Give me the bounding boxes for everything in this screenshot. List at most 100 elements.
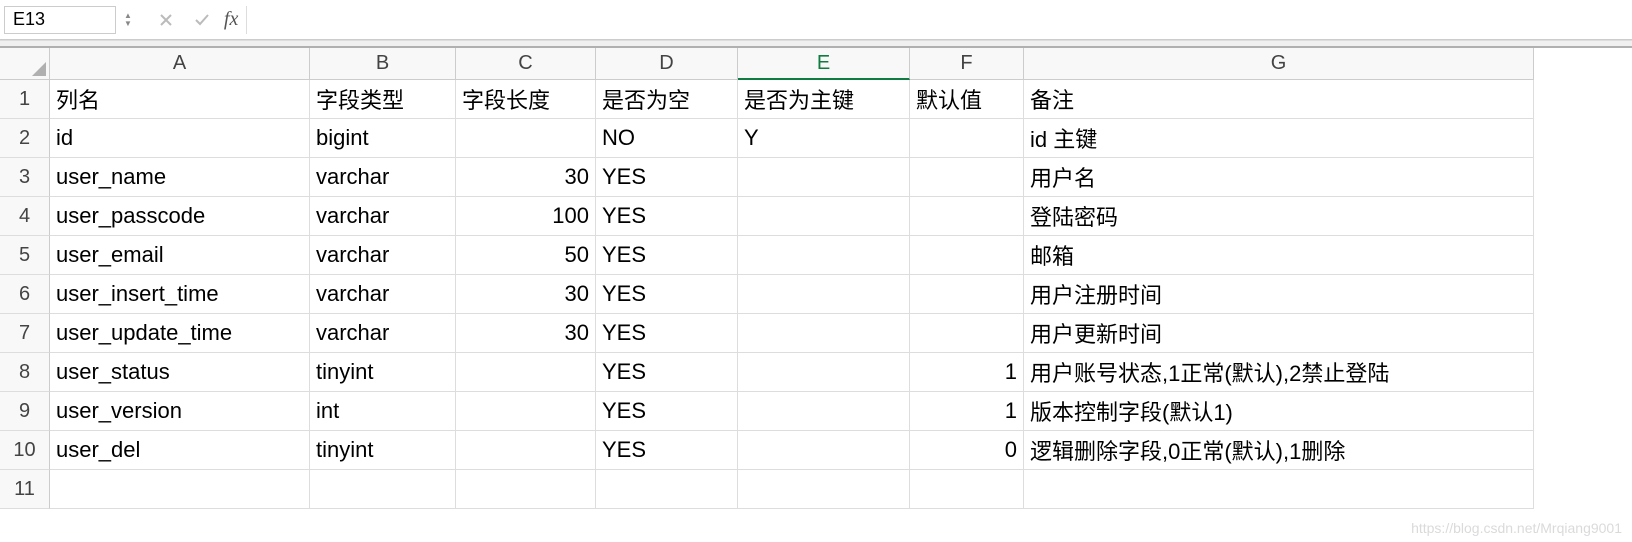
- row-header-2[interactable]: 2: [0, 119, 50, 158]
- cell-F2[interactable]: [910, 119, 1024, 158]
- row-header-4[interactable]: 4: [0, 197, 50, 236]
- cell-G3[interactable]: 用户名: [1024, 158, 1534, 197]
- row-header-11[interactable]: 11: [0, 470, 50, 509]
- column-header-E[interactable]: E: [738, 48, 910, 80]
- formula-input[interactable]: [246, 6, 1628, 34]
- cell-A4[interactable]: user_passcode: [50, 197, 310, 236]
- stepper-down-icon[interactable]: ▼: [124, 20, 132, 28]
- cell-D7[interactable]: YES: [596, 314, 738, 353]
- cell-B11[interactable]: [310, 470, 456, 509]
- cell-D11[interactable]: [596, 470, 738, 509]
- cell-A10[interactable]: user_del: [50, 431, 310, 470]
- cell-A3[interactable]: user_name: [50, 158, 310, 197]
- cell-C6[interactable]: 30: [456, 275, 596, 314]
- cell-D4[interactable]: YES: [596, 197, 738, 236]
- cell-A2[interactable]: id: [50, 119, 310, 158]
- cell-A7[interactable]: user_update_time: [50, 314, 310, 353]
- cell-E6[interactable]: [738, 275, 910, 314]
- cell-D9[interactable]: YES: [596, 392, 738, 431]
- cell-F7[interactable]: [910, 314, 1024, 353]
- cell-D8[interactable]: YES: [596, 353, 738, 392]
- cell-G9[interactable]: 版本控制字段(默认1): [1024, 392, 1534, 431]
- cell-E2[interactable]: Y: [738, 119, 910, 158]
- cell-C9[interactable]: [456, 392, 596, 431]
- cell-F5[interactable]: [910, 236, 1024, 275]
- cell-D2[interactable]: NO: [596, 119, 738, 158]
- cell-A9[interactable]: user_version: [50, 392, 310, 431]
- row-header-8[interactable]: 8: [0, 353, 50, 392]
- cell-F8[interactable]: 1: [910, 353, 1024, 392]
- fx-label[interactable]: fx: [224, 8, 238, 31]
- cancel-formula-button[interactable]: [152, 6, 180, 34]
- cell-F10[interactable]: 0: [910, 431, 1024, 470]
- cell-F4[interactable]: [910, 197, 1024, 236]
- cell-C4[interactable]: 100: [456, 197, 596, 236]
- cell-B4[interactable]: varchar: [310, 197, 456, 236]
- row-header-9[interactable]: 9: [0, 392, 50, 431]
- cell-E5[interactable]: [738, 236, 910, 275]
- column-header-C[interactable]: C: [456, 48, 596, 80]
- cell-B8[interactable]: tinyint: [310, 353, 456, 392]
- cell-E8[interactable]: [738, 353, 910, 392]
- cell-C3[interactable]: 30: [456, 158, 596, 197]
- cell-A8[interactable]: user_status: [50, 353, 310, 392]
- cell-B3[interactable]: varchar: [310, 158, 456, 197]
- row-header-3[interactable]: 3: [0, 158, 50, 197]
- cell-C8[interactable]: [456, 353, 596, 392]
- cell-G5[interactable]: 邮箱: [1024, 236, 1534, 275]
- cell-C2[interactable]: [456, 119, 596, 158]
- cell-B5[interactable]: varchar: [310, 236, 456, 275]
- cell-G6[interactable]: 用户注册时间: [1024, 275, 1534, 314]
- cell-G7[interactable]: 用户更新时间: [1024, 314, 1534, 353]
- cell-B1[interactable]: 字段类型: [310, 80, 456, 119]
- row-header-5[interactable]: 5: [0, 236, 50, 275]
- cell-E3[interactable]: [738, 158, 910, 197]
- cell-C10[interactable]: [456, 431, 596, 470]
- cell-B9[interactable]: int: [310, 392, 456, 431]
- confirm-formula-button[interactable]: [188, 6, 216, 34]
- column-header-B[interactable]: B: [310, 48, 456, 80]
- row-header-7[interactable]: 7: [0, 314, 50, 353]
- cell-E10[interactable]: [738, 431, 910, 470]
- cell-A6[interactable]: user_insert_time: [50, 275, 310, 314]
- cell-E11[interactable]: [738, 470, 910, 509]
- cell-E1[interactable]: 是否为主键: [738, 80, 910, 119]
- cell-A5[interactable]: user_email: [50, 236, 310, 275]
- cell-G10[interactable]: 逻辑删除字段,0正常(默认),1删除: [1024, 431, 1534, 470]
- select-all-corner[interactable]: [0, 48, 50, 80]
- name-box-stepper[interactable]: ▲ ▼: [124, 12, 132, 28]
- cell-C5[interactable]: 50: [456, 236, 596, 275]
- cell-B10[interactable]: tinyint: [310, 431, 456, 470]
- cell-B7[interactable]: varchar: [310, 314, 456, 353]
- cell-C1[interactable]: 字段长度: [456, 80, 596, 119]
- cell-D3[interactable]: YES: [596, 158, 738, 197]
- cell-E9[interactable]: [738, 392, 910, 431]
- column-header-A[interactable]: A: [50, 48, 310, 80]
- cell-A1[interactable]: 列名: [50, 80, 310, 119]
- cell-E7[interactable]: [738, 314, 910, 353]
- row-header-10[interactable]: 10: [0, 431, 50, 470]
- cell-G11[interactable]: [1024, 470, 1534, 509]
- cell-D5[interactable]: YES: [596, 236, 738, 275]
- cell-G4[interactable]: 登陆密码: [1024, 197, 1534, 236]
- cell-F6[interactable]: [910, 275, 1024, 314]
- cell-G8[interactable]: 用户账号状态,1正常(默认),2禁止登陆: [1024, 353, 1534, 392]
- cell-F9[interactable]: 1: [910, 392, 1024, 431]
- cell-B6[interactable]: varchar: [310, 275, 456, 314]
- cell-E4[interactable]: [738, 197, 910, 236]
- cell-B2[interactable]: bigint: [310, 119, 456, 158]
- cell-C11[interactable]: [456, 470, 596, 509]
- cell-D1[interactable]: 是否为空: [596, 80, 738, 119]
- cell-G2[interactable]: id 主键: [1024, 119, 1534, 158]
- name-box[interactable]: E13: [4, 6, 116, 34]
- column-header-F[interactable]: F: [910, 48, 1024, 80]
- row-header-1[interactable]: 1: [0, 80, 50, 119]
- cell-F11[interactable]: [910, 470, 1024, 509]
- column-header-D[interactable]: D: [596, 48, 738, 80]
- cell-D10[interactable]: YES: [596, 431, 738, 470]
- cell-G1[interactable]: 备注: [1024, 80, 1534, 119]
- cell-C7[interactable]: 30: [456, 314, 596, 353]
- row-header-6[interactable]: 6: [0, 275, 50, 314]
- cell-F1[interactable]: 默认值: [910, 80, 1024, 119]
- cell-A11[interactable]: [50, 470, 310, 509]
